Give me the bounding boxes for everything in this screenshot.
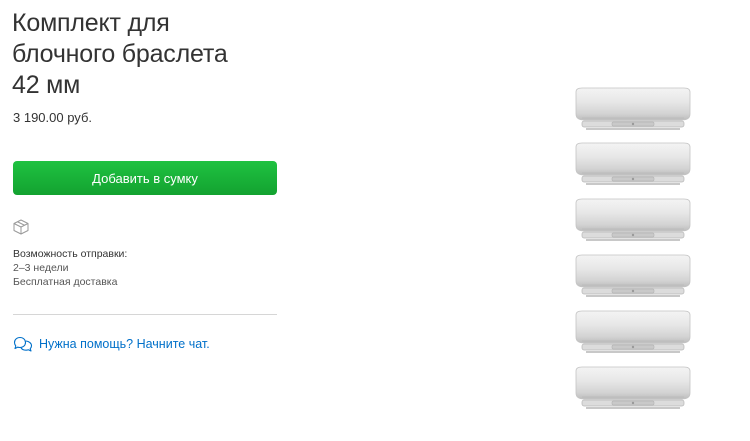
divider bbox=[13, 314, 277, 315]
shipping-info: Возможность отправки: 2–3 недели Бесплат… bbox=[13, 247, 127, 289]
chat-link-label: Нужна помощь? Начните чат. bbox=[39, 337, 210, 351]
shipping-time: 2–3 недели bbox=[13, 262, 69, 274]
product-title-line-2: блочного браслета bbox=[12, 40, 228, 68]
product-image-link-bracelet bbox=[572, 86, 694, 422]
start-chat-link[interactable]: Нужна помощь? Начните чат. bbox=[13, 336, 210, 352]
add-to-bag-button[interactable]: Добавить в сумку bbox=[13, 161, 277, 195]
product-title-line-3: 42 мм bbox=[12, 71, 81, 99]
chat-bubbles-icon bbox=[13, 336, 33, 352]
product-price: 3 190.00 руб. bbox=[13, 110, 93, 125]
box-icon bbox=[12, 218, 30, 236]
shipping-delivery: Бесплатная доставка bbox=[13, 276, 118, 288]
product-title: Комплект для блочного браслета 42 мм bbox=[12, 8, 312, 101]
shipping-label: Возможность отправки: bbox=[13, 248, 128, 260]
product-title-line-1: Комплект для bbox=[12, 9, 170, 37]
